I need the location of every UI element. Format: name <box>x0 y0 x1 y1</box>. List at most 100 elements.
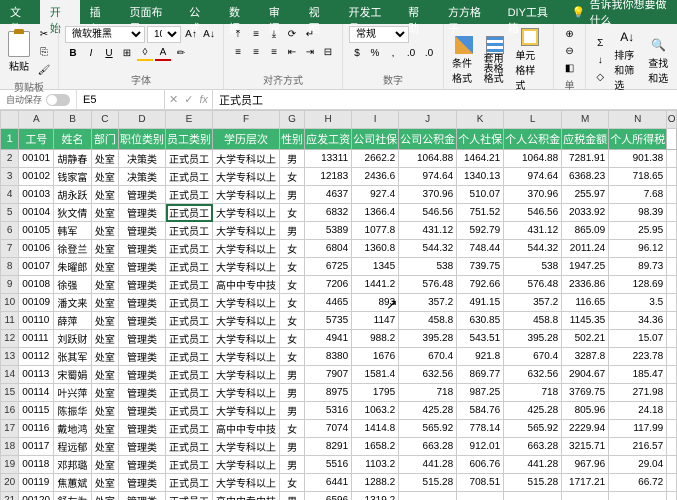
decrease-decimal-button[interactable]: .0 <box>421 45 437 61</box>
cell[interactable]: 大学专科以上 <box>213 150 280 168</box>
cell[interactable] <box>609 492 667 500</box>
formula-input[interactable] <box>213 90 677 109</box>
cell[interactable]: 大学专科以上 <box>213 186 280 204</box>
cell[interactable]: 921.8 <box>457 348 504 366</box>
cell[interactable]: 女 <box>280 276 305 294</box>
cell[interactable]: 大学专科以上 <box>213 312 280 330</box>
cell[interactable]: 1319.2 <box>352 492 399 500</box>
cell[interactable]: 25.95 <box>609 222 667 240</box>
column-header-O[interactable]: O <box>667 111 677 129</box>
cell[interactable]: 5516 <box>305 456 352 474</box>
wrap-text-button[interactable]: ↵ <box>302 26 318 42</box>
percent-button[interactable]: % <box>367 45 383 61</box>
cell[interactable]: 632.56 <box>399 366 457 384</box>
align-top-button[interactable]: ⤒ <box>230 26 246 42</box>
cell[interactable]: 89.73 <box>609 258 667 276</box>
table-header-cell[interactable]: 部门 <box>91 129 118 150</box>
cell[interactable] <box>562 492 609 500</box>
cell[interactable]: 1366.4 <box>352 204 399 222</box>
cell[interactable]: 管理类 <box>119 366 166 384</box>
row-header-3[interactable]: 3 <box>1 168 19 186</box>
phonetic-button[interactable]: ✏ <box>173 45 189 61</box>
cell[interactable]: 7281.91 <box>562 150 609 168</box>
row-header-14[interactable]: 14 <box>1 366 19 384</box>
cell[interactable]: 6441 <box>305 474 352 492</box>
cell[interactable]: 戴地鸿 <box>54 420 91 438</box>
cell[interactable]: 778.14 <box>457 420 504 438</box>
cell[interactable]: 大学专科以上 <box>213 402 280 420</box>
table-header-cell[interactable]: 学历层次 <box>213 129 280 150</box>
cell[interactable]: 1658.2 <box>352 438 399 456</box>
cell[interactable]: 395.28 <box>399 330 457 348</box>
cell[interactable]: 正式员工 <box>166 366 213 384</box>
cell[interactable]: 8975 <box>305 384 352 402</box>
cell[interactable]: 正式员工 <box>166 186 213 204</box>
cell[interactable]: 正式员工 <box>166 150 213 168</box>
cell[interactable]: 薛萍 <box>54 312 91 330</box>
row-header-7[interactable]: 7 <box>1 240 19 258</box>
row-header-11[interactable]: 11 <box>1 312 19 330</box>
cell[interactable]: 357.2 <box>399 294 457 312</box>
cell[interactable]: 00107 <box>19 258 54 276</box>
cell[interactable]: 2904.67 <box>562 366 609 384</box>
cell-styles-button[interactable]: 单元格样式 <box>513 26 547 94</box>
cell[interactable]: 502.21 <box>562 330 609 348</box>
cell[interactable]: 处室 <box>91 240 118 258</box>
cell[interactable]: 处室 <box>91 348 118 366</box>
cell[interactable]: 00105 <box>19 222 54 240</box>
cell[interactable]: 高中中专中技 <box>213 276 280 294</box>
cell[interactable]: 24.18 <box>609 402 667 420</box>
cell[interactable]: 正式员工 <box>166 312 213 330</box>
cell[interactable]: 处室 <box>91 492 118 500</box>
row-header-17[interactable]: 17 <box>1 420 19 438</box>
cell[interactable]: 663.28 <box>399 438 457 456</box>
cell[interactable]: 3215.71 <box>562 438 609 456</box>
table-header-cell[interactable]: 员工类别 <box>166 129 213 150</box>
cell[interactable]: 男 <box>280 402 305 420</box>
cell[interactable]: 大学专科以上 <box>213 330 280 348</box>
cell[interactable]: 狄文倩 <box>54 204 91 222</box>
align-center-button[interactable]: ≡ <box>248 44 264 60</box>
cell[interactable]: 544.32 <box>504 240 562 258</box>
table-format-button[interactable]: 套用 表格格式 <box>482 34 510 87</box>
row-header-9[interactable]: 9 <box>1 276 19 294</box>
ribbon-tab-文件[interactable]: 文件 <box>0 0 40 24</box>
cell[interactable]: 4465 <box>305 294 352 312</box>
cell[interactable]: 女 <box>280 420 305 438</box>
column-header-J[interactable]: J <box>399 111 457 129</box>
delete-button[interactable]: ⊖ <box>565 43 573 59</box>
comma-button[interactable]: , <box>385 45 401 61</box>
cell[interactable]: 458.8 <box>504 312 562 330</box>
cell[interactable]: 男 <box>280 438 305 456</box>
cell[interactable]: 00113 <box>19 366 54 384</box>
cell[interactable]: 正式员工 <box>166 276 213 294</box>
cell[interactable]: 515.28 <box>399 474 457 492</box>
cell[interactable]: 00103 <box>19 186 54 204</box>
row-header-1[interactable]: 1 <box>1 129 19 150</box>
cell[interactable]: 00117 <box>19 438 54 456</box>
column-header-B[interactable]: B <box>54 111 91 129</box>
cell[interactable]: 决策类 <box>119 168 166 186</box>
cell[interactable]: 管理类 <box>119 186 166 204</box>
cell[interactable]: 宋蜀娟 <box>54 366 91 384</box>
cell[interactable]: 正式员工 <box>166 474 213 492</box>
cell[interactable]: 718 <box>399 384 457 402</box>
copy-button[interactable]: ⎘ <box>36 44 52 60</box>
cell[interactable]: 1103.2 <box>352 456 399 474</box>
row-header-13[interactable]: 13 <box>1 348 19 366</box>
cell[interactable]: 7074 <box>305 420 352 438</box>
cell[interactable]: 128.69 <box>609 276 667 294</box>
table-header-cell[interactable]: 姓名 <box>54 129 91 150</box>
cell[interactable]: 女 <box>280 312 305 330</box>
cell[interactable]: 处室 <box>91 474 118 492</box>
cell[interactable]: 朱曜郎 <box>54 258 91 276</box>
cell[interactable]: 1147 <box>352 312 399 330</box>
cell[interactable]: 00118 <box>19 456 54 474</box>
cell[interactable]: 592.79 <box>457 222 504 240</box>
align-left-button[interactable]: ≡ <box>230 44 246 60</box>
row-header-10[interactable]: 10 <box>1 294 19 312</box>
ribbon-tab-数据[interactable]: 数据 <box>219 0 259 24</box>
cell[interactable]: 1077.8 <box>352 222 399 240</box>
cell[interactable]: 5735 <box>305 312 352 330</box>
cell[interactable]: 管理类 <box>119 276 166 294</box>
